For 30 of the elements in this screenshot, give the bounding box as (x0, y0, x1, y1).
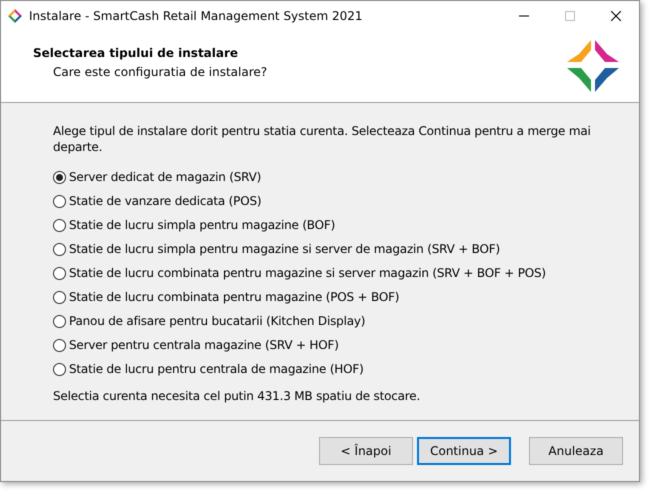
option-label[interactable]: Statie de vanzare dedicata (POS) (69, 194, 262, 208)
option-label[interactable]: Statie de lucru pentru centrala de magazine (HOF) (69, 362, 364, 376)
logo-icon (565, 38, 621, 94)
back-button[interactable]: < Înapoi (319, 437, 413, 465)
radio-button[interactable] (53, 290, 66, 304)
option-label[interactable]: Statie de lucru simpla pentru magazine (BOF) (69, 218, 336, 232)
radio-button[interactable] (53, 218, 66, 232)
option-label[interactable]: Statie de lucru combinata pentru magazine (POS + BOF) (69, 290, 400, 304)
option-label[interactable]: Panou de afisare pentru bucatarii (Kitchen Display) (69, 314, 366, 328)
option-label[interactable]: Statie de lucru combinata pentru magazine si server magazin (SRV + BOF + POS) (69, 266, 546, 280)
continue-button[interactable]: Continua > (417, 437, 511, 465)
option-label[interactable]: Statie de lucru simpla pentru magazine si server de magazin (SRV + BOF) (69, 242, 500, 256)
option-label[interactable]: Server dedicat de magazin (SRV) (69, 170, 262, 184)
radio-button[interactable] (53, 194, 66, 208)
radio-button[interactable] (53, 242, 66, 256)
radio-button[interactable] (53, 338, 66, 352)
close-icon[interactable] (611, 10, 621, 20)
radio-button[interactable] (53, 314, 66, 328)
radio-button[interactable] (53, 170, 66, 184)
cancel-button[interactable]: Anuleaza (529, 437, 623, 465)
option-label[interactable]: Server pentru centrala magazine (SRV + HOF) (69, 338, 339, 352)
page-title: Selectarea tipului de instalare (33, 46, 240, 60)
instructions-text: Alege tipul de instalare dorit pentru statia curenta. Selecteaza Continua pentru a merge mai departe. (53, 123, 592, 155)
radio-button[interactable] (53, 362, 66, 376)
storage-note: Selectia curenta necesita cel putin 431.3 MB spatiu de stocare. (53, 389, 422, 403)
window-title: Instalare - SmartCash Retail Management System 2021 (29, 8, 364, 22)
maximize-icon (565, 10, 575, 20)
app-logo-icon (7, 8, 23, 24)
page-subtitle: Care este configuratia de instalare? (52, 64, 268, 78)
radio-button[interactable] (53, 266, 66, 280)
